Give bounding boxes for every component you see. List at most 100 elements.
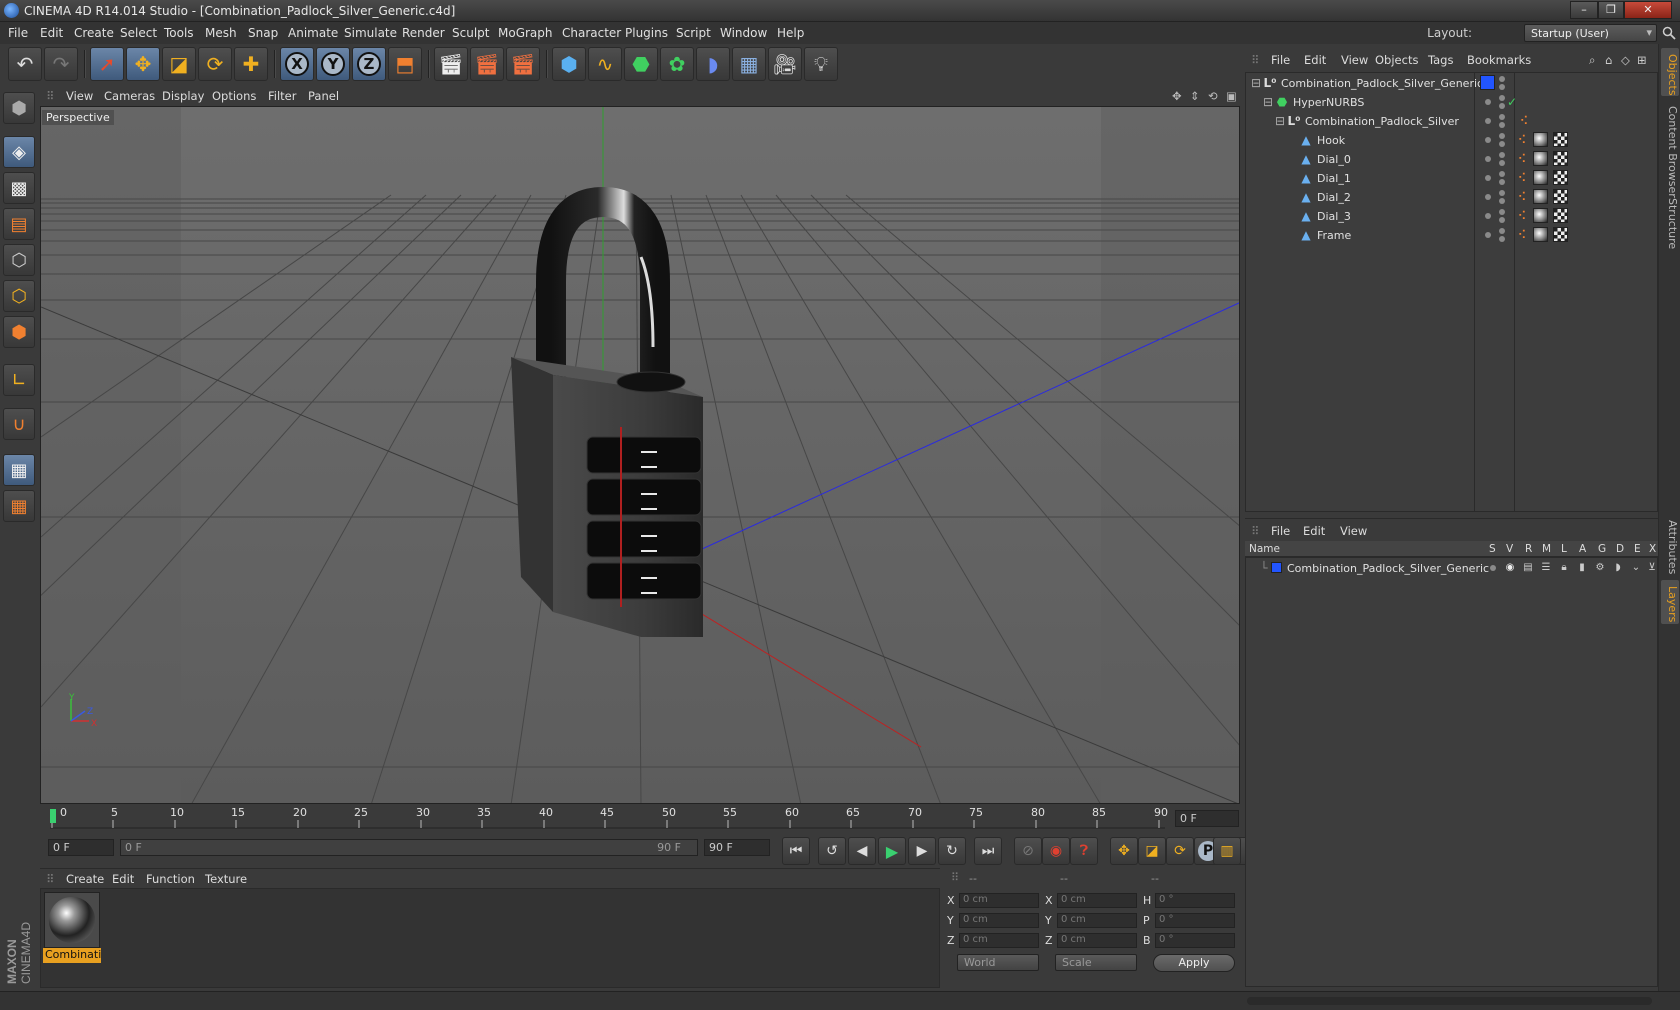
lm-menu-view[interactable]: View xyxy=(1340,524,1367,538)
go-to-start-button[interactable]: ⏮ xyxy=(782,837,810,865)
object-row[interactable]: ▲ Dial_1 ⠪ xyxy=(1247,168,1656,188)
visibility-render-dot[interactable] xyxy=(1499,122,1505,128)
visibility-render-dot[interactable] xyxy=(1499,160,1505,166)
visibility-render-dot[interactable] xyxy=(1499,179,1505,185)
phong-tag-icon[interactable]: ⠪ xyxy=(1517,114,1531,128)
animation-film-icon[interactable]: ▮ xyxy=(1575,561,1589,575)
menu-character[interactable]: Character xyxy=(562,26,621,40)
3d-viewport[interactable]: Y X Z xyxy=(40,106,1240,804)
live-selection-button[interactable]: ➚ xyxy=(90,47,124,81)
points-mode-button[interactable]: ⬡ xyxy=(3,244,35,276)
visibility-editor-dot[interactable] xyxy=(1499,133,1505,139)
next-frame-button[interactable]: ▶ xyxy=(908,837,936,865)
go-to-end-button[interactable]: ⏭ xyxy=(974,837,1002,865)
tab-objects[interactable]: Objects xyxy=(1661,48,1679,96)
make-editable-button[interactable]: ⬢ xyxy=(3,92,35,124)
visibility-editor-dot[interactable] xyxy=(1499,152,1505,158)
viewport-menu-filter[interactable]: Filter xyxy=(268,89,296,103)
visibility-render-dot[interactable] xyxy=(1499,217,1505,223)
om-search-icon[interactable]: ⌕ xyxy=(1589,53,1595,68)
redo-button[interactable]: ↷ xyxy=(44,47,78,81)
visibility-render-dot[interactable] xyxy=(1499,141,1505,147)
maximize-button[interactable]: ❐ xyxy=(1598,1,1624,19)
viewport-pan-icon[interactable]: ✥ xyxy=(1172,89,1182,103)
axis-mode-button[interactable]: ∟ xyxy=(3,364,35,396)
viewport-maximize-icon[interactable]: ▣ xyxy=(1226,89,1237,103)
om-up-icon[interactable]: ◇ xyxy=(1621,53,1630,67)
om-menu-file[interactable]: File xyxy=(1271,53,1290,67)
viewport-menu-display[interactable]: Display xyxy=(162,89,204,103)
menu-sculpt[interactable]: Sculpt xyxy=(452,26,489,40)
coordinate-system-button[interactable]: ⬒ xyxy=(388,47,422,81)
tab-attributes[interactable]: Attributes xyxy=(1661,514,1679,576)
uvw-tag-icon[interactable] xyxy=(1553,189,1568,204)
menu-simulate[interactable]: Simulate xyxy=(344,26,397,40)
x-axis-lock-button[interactable]: X xyxy=(280,47,314,81)
viewport-menu-options[interactable]: Options xyxy=(212,89,256,103)
play-button[interactable]: ▶ xyxy=(878,837,906,865)
om-menu-objects[interactable]: Objects xyxy=(1375,53,1418,67)
coord-pos-y-field[interactable]: 0 cm xyxy=(959,913,1039,928)
menu-file[interactable]: File xyxy=(8,26,28,40)
material-menu-edit[interactable]: Edit xyxy=(112,872,134,886)
visibility-dot[interactable] xyxy=(1485,175,1491,181)
lm-col-render[interactable]: R xyxy=(1525,543,1532,555)
material-tag-icon[interactable] xyxy=(1533,208,1548,223)
layer-solo-toggle[interactable] xyxy=(1490,565,1496,571)
object-row[interactable]: ▲ Dial_3 ⠪ xyxy=(1247,206,1656,226)
collapse-toggle-icon[interactable]: ⊟ xyxy=(1249,76,1263,90)
phong-tag-icon[interactable]: ⠪ xyxy=(1515,228,1529,242)
coord-rot-h-field[interactable]: 0 ° xyxy=(1155,893,1235,908)
generator-icon[interactable]: ⚙︎ xyxy=(1593,561,1607,575)
rotate-tool-button[interactable]: ⟳ xyxy=(198,47,232,81)
render-clapboard-icon[interactable]: ▤ xyxy=(1521,561,1535,575)
om-menu-edit[interactable]: Edit xyxy=(1304,53,1326,67)
om-menu-view[interactable]: View xyxy=(1341,53,1368,67)
deformer-icon[interactable]: ◗ xyxy=(1611,561,1625,575)
om-new-window-icon[interactable]: ⊞ xyxy=(1637,53,1647,67)
lm-menu-edit[interactable]: Edit xyxy=(1303,524,1325,538)
om-menu-bookmarks[interactable]: Bookmarks xyxy=(1467,53,1531,67)
lm-col-solo[interactable]: S xyxy=(1489,543,1496,555)
layer-horizontal-scrollbar[interactable] xyxy=(1247,997,1652,1005)
render-picture-viewer-button[interactable]: 🎬︎ xyxy=(470,47,504,81)
menu-select[interactable]: Select xyxy=(120,26,157,40)
uvw-tag-icon[interactable] xyxy=(1553,132,1568,147)
lm-col-generators[interactable]: G xyxy=(1598,543,1606,555)
undo-button[interactable]: ↶ xyxy=(8,47,42,81)
menu-edit[interactable]: Edit xyxy=(40,26,63,40)
menu-tools[interactable]: Tools xyxy=(164,26,194,40)
add-array-button[interactable]: ✿ xyxy=(660,47,694,81)
visibility-editor-dot[interactable] xyxy=(1499,171,1505,177)
add-cube-button[interactable]: ⬢ xyxy=(552,47,586,81)
polygons-mode-button[interactable]: ⬢ xyxy=(3,316,35,348)
menu-mograph[interactable]: MoGraph xyxy=(498,26,553,40)
object-row[interactable]: ⊟ L⁰ Combination_Padlock_Silver ⠪ xyxy=(1247,111,1656,131)
add-nurbs-button[interactable]: ⬣ xyxy=(624,47,658,81)
minimize-button[interactable]: – xyxy=(1570,1,1598,19)
workplane-lock-button[interactable]: ▦ xyxy=(3,454,35,486)
visibility-dot[interactable] xyxy=(1485,213,1491,219)
lm-col-expressions[interactable]: E xyxy=(1634,543,1641,555)
collapse-toggle-icon[interactable]: ⊟ xyxy=(1273,114,1287,128)
om-menu-tags[interactable]: Tags xyxy=(1428,53,1453,67)
key-scale-button[interactable]: ◪ xyxy=(1138,837,1166,865)
layer-color-swatch[interactable] xyxy=(1480,75,1495,90)
render-view-button[interactable]: 🎬︎ xyxy=(434,47,468,81)
key-position-button[interactable]: ✥ xyxy=(1110,837,1138,865)
material-tag-icon[interactable] xyxy=(1533,227,1548,242)
layout-dropdown[interactable]: Startup (User) xyxy=(1524,24,1657,42)
uvw-tag-icon[interactable] xyxy=(1553,208,1568,223)
tab-content-browser[interactable]: Content Browser xyxy=(1661,100,1679,198)
keyframe-selection-button[interactable]: ❓︎ xyxy=(1070,837,1098,865)
lm-col-view[interactable]: V xyxy=(1506,543,1513,555)
move-tool-button[interactable]: ✥ xyxy=(126,47,160,81)
phong-tag-icon[interactable]: ⠪ xyxy=(1515,152,1529,166)
visibility-dot[interactable] xyxy=(1485,232,1491,238)
enabled-check-icon[interactable]: ✓ xyxy=(1505,95,1519,109)
search-icon[interactable] xyxy=(1662,26,1676,40)
menu-create[interactable]: Create xyxy=(74,26,114,40)
phong-tag-icon[interactable]: ⠪ xyxy=(1515,171,1529,185)
uvw-tag-icon[interactable] xyxy=(1553,227,1568,242)
visibility-editor-dot[interactable] xyxy=(1499,114,1505,120)
